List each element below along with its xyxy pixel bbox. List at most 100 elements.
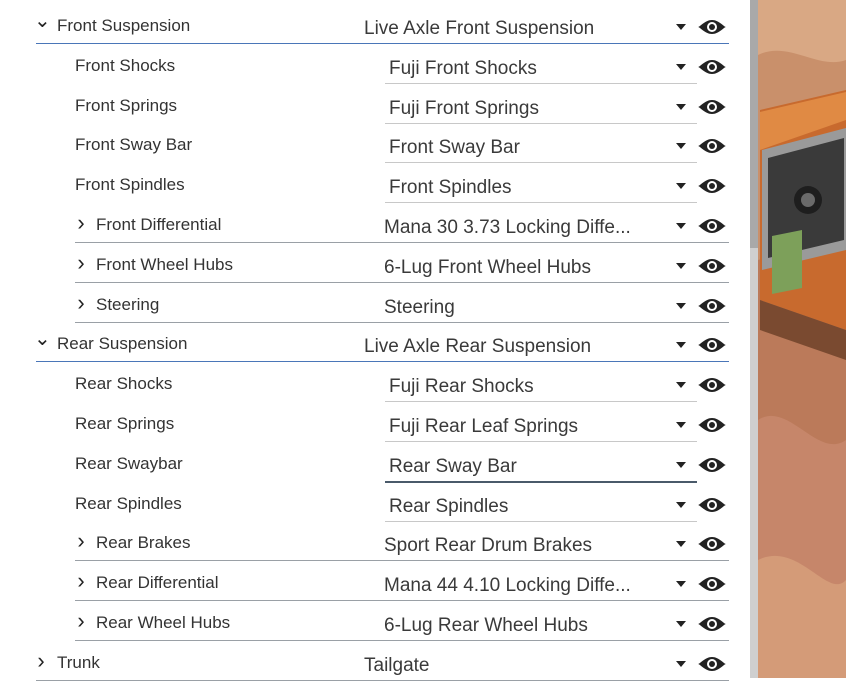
tree-row-rear-wheel-hubs[interactable]: › Rear Wheel Hubs 6-Lug Rear Wheel Hubs xyxy=(0,601,750,641)
row-label: Rear Swaybar xyxy=(75,453,183,473)
row-label: Front Suspension xyxy=(57,16,191,35)
part-select-value[interactable]: Fuji Rear Shocks xyxy=(389,376,669,398)
part-select-value[interactable]: Sport Rear Drum Brakes xyxy=(384,535,664,557)
row-label: Rear Differential xyxy=(96,573,219,593)
eye-icon[interactable] xyxy=(697,57,727,77)
part-select-value[interactable]: Steering xyxy=(384,297,664,319)
eye-icon[interactable] xyxy=(697,415,727,435)
part-select-value[interactable]: Front Spindles xyxy=(389,177,669,199)
tree-row-rear-suspension[interactable]: ⌄ Rear Suspension Live Axle Rear Suspensio… xyxy=(0,322,750,363)
dropdown-caret-icon[interactable] xyxy=(676,262,686,269)
eye-icon[interactable] xyxy=(697,654,727,674)
eye-icon[interactable] xyxy=(697,614,727,634)
dropdown-caret-icon[interactable] xyxy=(676,660,686,667)
dropdown-caret-icon[interactable] xyxy=(676,581,686,588)
eye-icon[interactable] xyxy=(697,176,727,196)
parts-config-panel: ⌄ Front Suspension Live Axle Front Suspens… xyxy=(0,0,750,681)
chevron-right-icon[interactable]: › xyxy=(74,250,88,276)
part-select-value[interactable]: Live Axle Rear Suspension xyxy=(364,336,644,358)
tree-row-rear-brakes[interactable]: › Rear Brakes Sport Rear Drum Brakes xyxy=(0,521,750,562)
dropdown-caret-icon[interactable] xyxy=(676,223,686,229)
dropdown-caret-icon[interactable] xyxy=(676,183,686,190)
part-select-value[interactable]: Front Sway Bar xyxy=(389,137,669,159)
scrollbar-thumb[interactable] xyxy=(750,0,758,248)
vehicle-body xyxy=(760,90,846,360)
tree-row-rear-springs[interactable]: Rear Springs Fuji Rear Leaf Springs xyxy=(0,402,750,442)
row-label: Front Sway Bar xyxy=(75,135,193,155)
part-select-value[interactable]: Mana 44 4.10 Locking Diffe... xyxy=(384,575,664,597)
tree-row-steering[interactable]: › Steering Steering xyxy=(0,283,750,323)
eye-icon[interactable] xyxy=(697,574,727,594)
eye-icon[interactable] xyxy=(697,97,727,117)
tree-row-front-differential[interactable]: › Front Differential Mana 30 3.73 Locking … xyxy=(0,203,750,243)
tree-row-rear-shocks[interactable]: Rear Shocks Fuji Rear Shocks xyxy=(0,362,750,403)
part-select-value[interactable]: Live Axle Front Suspension xyxy=(364,18,644,40)
dropdown-caret-icon[interactable] xyxy=(676,302,686,309)
chevron-right-icon[interactable]: › xyxy=(74,210,88,236)
part-select-value[interactable]: 6-Lug Front Wheel Hubs xyxy=(384,257,664,279)
row-label: Front Springs xyxy=(75,95,178,115)
tree-row-front-springs[interactable]: Front Springs Fuji Front Springs xyxy=(0,84,750,124)
row-label: Front Differential xyxy=(96,215,222,234)
eye-icon[interactable] xyxy=(697,534,727,554)
row-label: Trunk xyxy=(57,652,100,672)
row-label: Front Shocks xyxy=(75,55,176,75)
dropdown-caret-icon[interactable] xyxy=(676,63,686,70)
part-select-value[interactable]: Mana 30 3.73 Locking Diffe... xyxy=(384,217,664,239)
part-select-value[interactable]: Rear Sway Bar xyxy=(389,456,669,478)
chevron-down-icon[interactable]: ⌄ xyxy=(34,8,51,33)
eye-icon[interactable] xyxy=(697,256,727,276)
chevron-right-icon[interactable]: › xyxy=(34,648,48,674)
dropdown-caret-icon[interactable] xyxy=(676,621,686,627)
dropdown-caret-icon[interactable] xyxy=(676,24,686,30)
eye-icon[interactable] xyxy=(697,17,727,37)
part-select-value[interactable]: Fuji Front Springs xyxy=(389,98,669,120)
eye-icon[interactable] xyxy=(697,296,727,316)
eye-icon[interactable] xyxy=(697,136,727,156)
row-label: Rear Suspension xyxy=(57,334,188,354)
chevron-right-icon[interactable]: › xyxy=(74,608,88,634)
row-label: Rear Spindles xyxy=(75,493,182,513)
tree-row-front-spindles[interactable]: Front Spindles Front Spindles xyxy=(0,163,750,204)
tree-row-front-suspension[interactable]: ⌄ Front Suspension Live Axle Front Suspens… xyxy=(0,4,750,44)
dropdown-caret-icon[interactable] xyxy=(676,382,686,389)
row-label: Front Spindles xyxy=(75,175,185,195)
part-select-value[interactable]: Tailgate xyxy=(364,655,644,677)
tree-row-rear-spindles[interactable]: Rear Spindles Rear Spindles xyxy=(0,482,750,522)
dropdown-caret-icon[interactable] xyxy=(676,461,686,468)
dropdown-caret-icon[interactable] xyxy=(676,541,686,548)
vehicle-scene-image xyxy=(758,0,846,678)
eye-icon[interactable] xyxy=(697,495,727,515)
eye-icon[interactable] xyxy=(697,216,727,236)
chevron-right-icon[interactable]: › xyxy=(74,568,88,594)
row-label: Rear Wheel Hubs xyxy=(96,613,231,632)
vehicle-viewport[interactable] xyxy=(758,0,846,678)
eye-icon[interactable] xyxy=(697,375,727,395)
row-label: Rear Shocks xyxy=(75,374,173,394)
tree-row-trunk[interactable]: › Trunk Tailgate xyxy=(0,641,750,681)
dropdown-caret-icon[interactable] xyxy=(676,103,686,110)
part-select-value[interactable]: Rear Spindles xyxy=(389,496,669,518)
dropdown-caret-icon[interactable] xyxy=(676,342,686,349)
tree-row-rear-swaybar[interactable]: Rear Swaybar Rear Sway Bar xyxy=(0,442,750,483)
chevron-right-icon[interactable]: › xyxy=(74,528,88,554)
row-label: Front Wheel Hubs xyxy=(96,254,233,274)
row-label: Steering xyxy=(96,294,160,314)
dropdown-caret-icon[interactable] xyxy=(676,501,686,508)
tree-row-front-shocks[interactable]: Front Shocks Fuji Front Shocks xyxy=(0,44,750,84)
dropdown-caret-icon[interactable] xyxy=(676,143,686,150)
part-select-value[interactable]: Fuji Front Shocks xyxy=(389,58,669,80)
eye-icon[interactable] xyxy=(697,335,727,355)
dropdown-caret-icon[interactable] xyxy=(676,422,686,428)
scrollbar[interactable] xyxy=(750,0,758,678)
tree-row-rear-differential[interactable]: › Rear Differential Mana 44 4.10 Locking D… xyxy=(0,561,750,602)
row-label: Rear Brakes xyxy=(96,533,191,553)
eye-icon[interactable] xyxy=(697,455,727,475)
part-select-value[interactable]: 6-Lug Rear Wheel Hubs xyxy=(384,615,664,637)
part-select-value[interactable]: Fuji Rear Leaf Springs xyxy=(389,416,669,438)
chevron-right-icon[interactable]: › xyxy=(74,290,88,316)
chevron-down-icon[interactable]: ⌄ xyxy=(34,326,51,351)
tree-row-front-sway-bar[interactable]: Front Sway Bar Front Sway Bar xyxy=(0,123,750,164)
row-label: Rear Springs xyxy=(75,414,175,433)
tree-row-front-wheel-hubs[interactable]: › Front Wheel Hubs 6-Lug Front Wheel Hubs xyxy=(0,243,750,283)
